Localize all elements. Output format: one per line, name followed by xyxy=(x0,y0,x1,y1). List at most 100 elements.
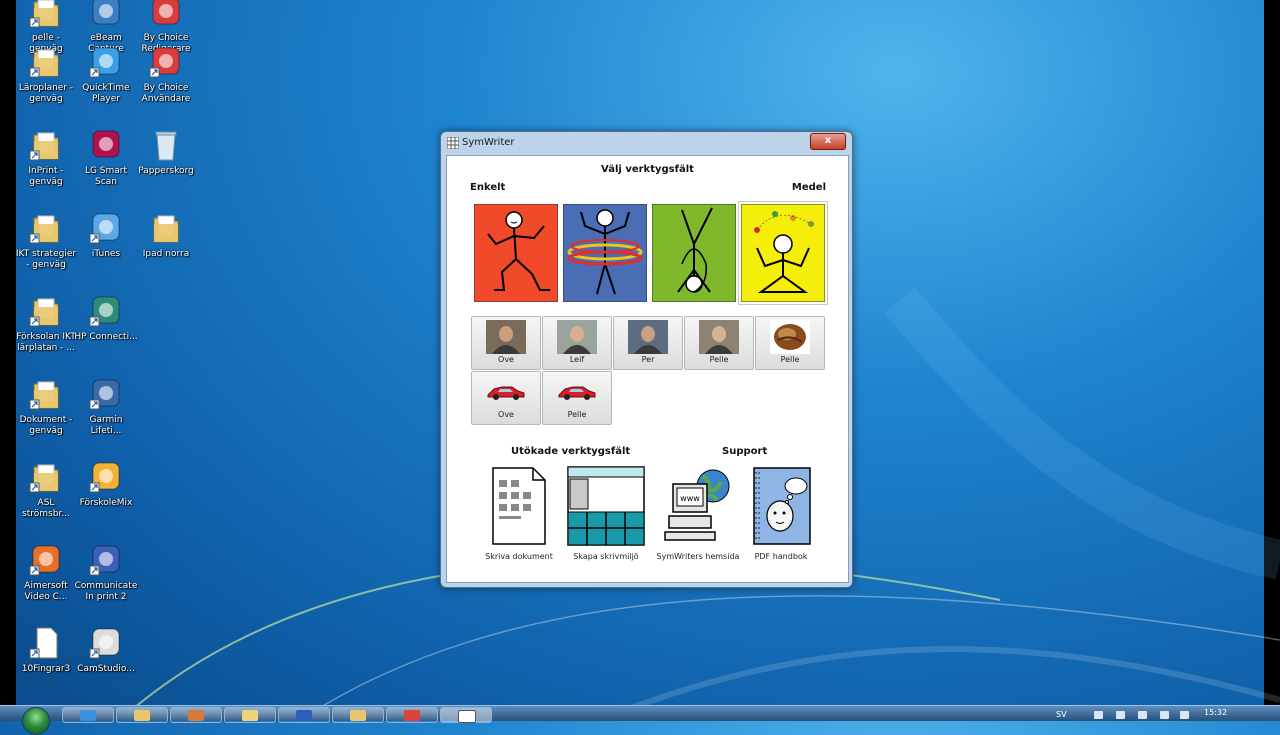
desktop-icon-label: Aimersoft Video C... xyxy=(24,581,68,602)
taskbar-ie-button[interactable] xyxy=(62,707,114,723)
taskbar-folder2-button[interactable] xyxy=(332,707,384,723)
chrome-icon xyxy=(404,710,420,721)
recycle-bin-icon xyxy=(148,127,184,163)
hula-hoop-figure-icon xyxy=(563,204,647,302)
user-tile[interactable]: Ove xyxy=(471,316,541,370)
desktop-icon[interactable]: iTunes xyxy=(74,210,138,260)
desktop-icon[interactable]: QuickTime Player xyxy=(74,44,138,105)
user-tile[interactable]: Per xyxy=(613,316,683,370)
desktop-icon[interactable]: HP Connecti... xyxy=(74,293,138,343)
taskbar-media-button[interactable] xyxy=(170,707,222,723)
user-picture xyxy=(486,320,526,354)
red-car-icon xyxy=(558,386,596,400)
simple-label: Enkelt xyxy=(470,182,506,193)
user-picture xyxy=(770,320,810,354)
user-photo xyxy=(557,320,597,354)
desktop-icon-label: InPrint - genväg xyxy=(28,166,64,187)
folder-shortcut-icon xyxy=(28,459,64,495)
pdf-handbook-link[interactable]: PDF handbok xyxy=(736,466,826,566)
folder-icon xyxy=(134,710,150,721)
desktop-icon[interactable]: 10Fingrar3 xyxy=(14,625,78,675)
screen-border-right xyxy=(1264,0,1280,720)
support-heading: Support xyxy=(722,446,768,457)
clock[interactable]: 15:32 xyxy=(1204,708,1227,717)
desktop-icon-label: Läroplaner - genväg xyxy=(18,83,74,104)
user-photo xyxy=(628,320,668,354)
desktop-icon[interactable]: By Choice Användare xyxy=(134,44,198,105)
user-tile[interactable]: Leif xyxy=(542,316,612,370)
taskbar-symwriter-button[interactable] xyxy=(440,707,492,723)
desktop-icon[interactable]: IKT strategier - genväg xyxy=(14,210,78,271)
user-name: Ove xyxy=(498,355,514,364)
quicktime-icon xyxy=(88,44,124,80)
user-picture xyxy=(557,375,597,409)
create-environment-link[interactable]: Skapa skrivmiljö xyxy=(561,466,651,566)
desktop-icon[interactable]: FörskoleMix xyxy=(74,459,138,509)
tray-app-icon[interactable] xyxy=(1138,711,1147,719)
desktop-icon[interactable]: CamStudio... xyxy=(74,625,138,675)
desktop-icon-label: Förksolan IKT lärplatan - ... xyxy=(16,332,76,353)
taskbar: SV 15:32 xyxy=(0,705,1280,735)
desktop-icon[interactable]: InPrint - genväg xyxy=(14,127,78,188)
close-button[interactable]: x xyxy=(810,133,846,150)
internet-explorer-icon xyxy=(80,710,96,721)
level-tile-juggling[interactable] xyxy=(738,201,828,305)
user-picture xyxy=(486,375,526,409)
taskbar-explorer-button[interactable] xyxy=(116,707,168,723)
bychoice-editor-icon xyxy=(148,0,184,30)
desktop-icon-label: 10Fingrar3 xyxy=(21,664,71,674)
write-document-link[interactable]: Skriva dokument xyxy=(474,466,564,566)
desktop-icon-label: HP Connecti... xyxy=(74,332,138,342)
desktop-icon[interactable]: ASL strömsbr... xyxy=(14,459,78,520)
desktop-icon-label: Dokument - genväg xyxy=(19,415,73,436)
taskbar-chrome-button[interactable] xyxy=(386,707,438,723)
desktop-icon[interactable]: Communicate In print 2 xyxy=(74,542,138,603)
title-bar[interactable]: SymWriter x xyxy=(441,132,852,154)
desktop-icon[interactable]: Ipad norra xyxy=(134,210,198,260)
garmin-icon xyxy=(88,376,124,412)
desktop-icon-label: QuickTime Player xyxy=(82,83,130,104)
system-tray: SV 15:32 xyxy=(1050,708,1280,721)
folder-shortcut-icon xyxy=(28,127,64,163)
desktop-icon[interactable]: Förksolan IKT lärplatan - ... xyxy=(14,293,78,354)
desktop-icon[interactable]: LG Smart Scan xyxy=(74,127,138,188)
user-tile[interactable]: Pelle xyxy=(542,371,612,425)
user-tile[interactable]: Pelle xyxy=(755,316,825,370)
desktop-icon[interactable]: Dokument - genväg xyxy=(14,376,78,437)
dialog-heading: Välj verktygsfält xyxy=(601,164,694,175)
level-tile-handstand[interactable] xyxy=(652,204,736,302)
desktop-icon-label: iTunes xyxy=(91,249,121,259)
user-name: Pelle xyxy=(709,355,729,364)
start-button[interactable] xyxy=(22,707,50,735)
action-center-icon[interactable] xyxy=(1160,711,1169,719)
desktop-icon[interactable]: Läroplaner - genväg xyxy=(14,44,78,105)
tray-app-icon[interactable] xyxy=(1094,711,1103,719)
desktop-icon-label: Garmin Lifeti... xyxy=(89,415,123,436)
language-indicator[interactable]: SV xyxy=(1056,710,1067,719)
level-tile-dancing[interactable] xyxy=(474,204,558,302)
desktop-icon-label: Ipad norra xyxy=(142,249,190,259)
desktop-icon[interactable]: Garmin Lifeti... xyxy=(74,376,138,437)
desktop-icon-label: IKT strategier - genväg xyxy=(15,249,77,270)
file-icon xyxy=(28,625,64,661)
extended-toolbars-heading: Utökade verktygsfält xyxy=(511,446,631,457)
desktop-icon[interactable]: Aimersoft Video C... xyxy=(14,542,78,603)
volume-icon[interactable] xyxy=(1180,711,1189,719)
user-name: Per xyxy=(641,355,655,364)
user-tile[interactable]: Ove xyxy=(471,371,541,425)
user-tile[interactable]: Pelle xyxy=(684,316,754,370)
desktop-icon-label: LG Smart Scan xyxy=(84,166,128,187)
symwriter-website-link[interactable]: www SymWriters hemsida xyxy=(653,466,743,566)
level-tile-hula-hoop[interactable] xyxy=(563,204,647,302)
medium-label: Medel xyxy=(791,182,826,193)
window-title: SymWriter xyxy=(462,137,515,148)
desktop-icon-label: FörskoleMix xyxy=(79,498,133,508)
hp-connect-icon xyxy=(88,293,124,329)
network-icon[interactable] xyxy=(1116,711,1125,719)
stone-photo xyxy=(770,320,810,354)
pdf-handbook-label: PDF handbok xyxy=(754,552,808,561)
user-name: Ove xyxy=(498,410,514,419)
taskbar-folder-button[interactable] xyxy=(224,707,276,723)
taskbar-word-button[interactable] xyxy=(278,707,330,723)
desktop-icon[interactable]: Papperskorg xyxy=(134,127,198,177)
